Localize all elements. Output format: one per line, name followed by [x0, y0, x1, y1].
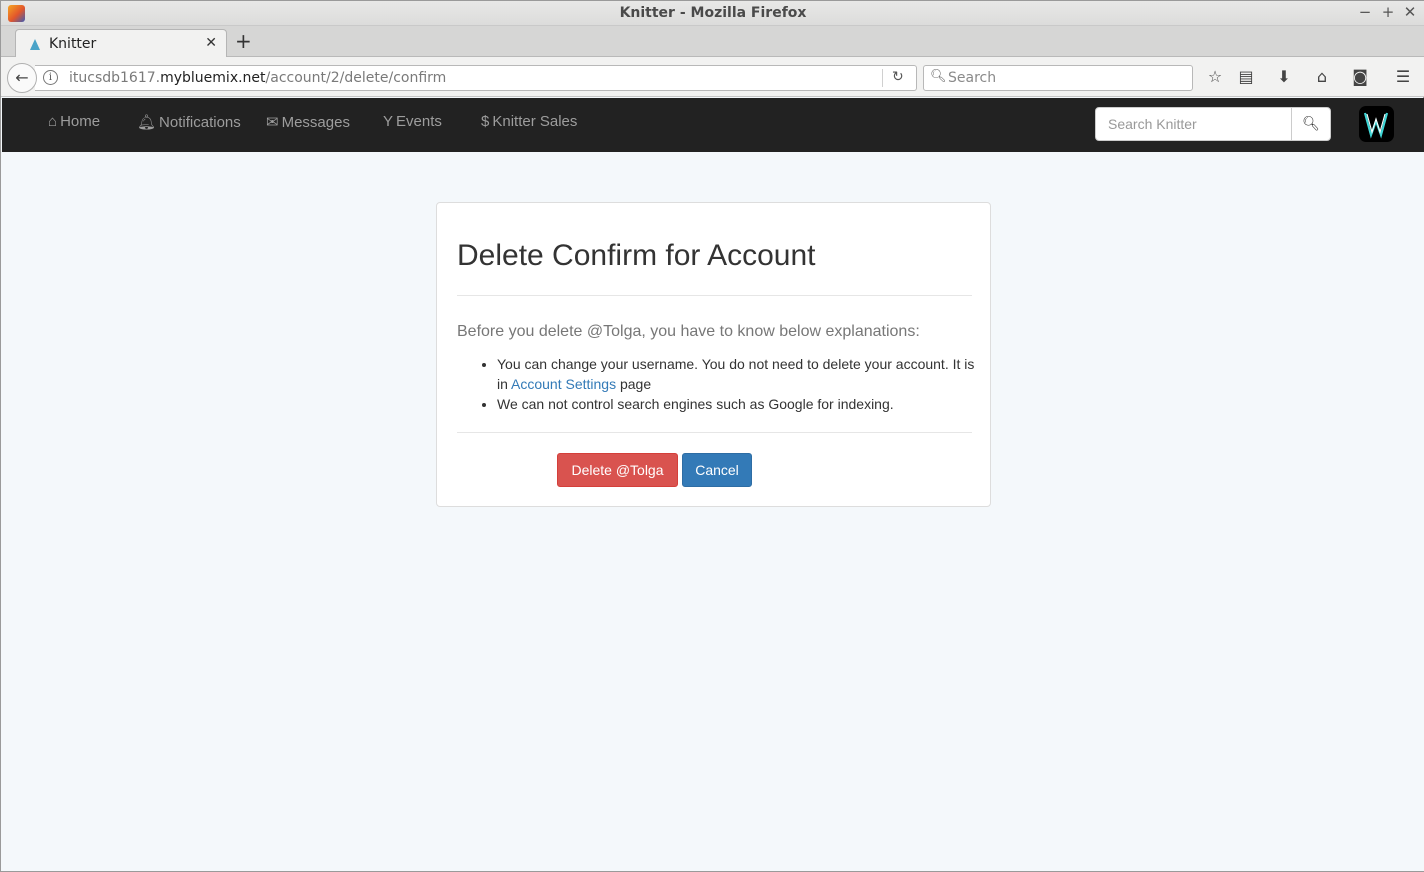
account-settings-link[interactable]: Account Settings — [511, 376, 616, 392]
nav-messages[interactable]: ✉ Messages — [266, 113, 350, 131]
home-toolbar-icon[interactable]: ⌂ — [1311, 66, 1333, 88]
nav-notifications[interactable]: 🔔︎ Notifications — [137, 113, 241, 131]
page-title: Delete Confirm for Account — [457, 239, 816, 272]
divider — [457, 432, 972, 433]
bell-icon: 🔔︎ — [137, 114, 157, 131]
list-item: You can change your username. You do not… — [497, 354, 977, 394]
url-prefix: itucsdb1617. — [69, 70, 161, 86]
new-tab-icon[interactable]: + — [235, 31, 252, 51]
reading-list-icon[interactable]: ▤ — [1235, 66, 1257, 88]
delete-confirm-panel: Delete Confirm for Account Before you de… — [436, 202, 991, 507]
nav-home[interactable]: ⌂ Home — [48, 113, 100, 130]
pocket-icon[interactable]: ◙ — [1349, 66, 1371, 88]
nav-knitter-sales-label: Knitter Sales — [492, 113, 578, 130]
site-search-button[interactable]: 🔍︎ — [1291, 107, 1331, 141]
lead-text: Before you delete @Tolga, you have to kn… — [457, 323, 920, 340]
back-button[interactable]: ← — [7, 63, 37, 93]
cancel-button[interactable]: Cancel — [682, 453, 752, 487]
back-arrow-icon: ← — [15, 68, 29, 87]
browser-window: Knitter - Mozilla Firefox − + ✕ Knitter … — [0, 0, 1424, 872]
url-host: mybluemix.net — [160, 70, 266, 86]
maximize-icon[interactable]: + — [1379, 3, 1397, 21]
download-icon[interactable]: ⬇ — [1273, 66, 1295, 88]
knitter-favicon-icon — [30, 39, 40, 50]
nav-home-label: Home — [60, 113, 101, 130]
url-path: /account/2/delete/confirm — [265, 70, 447, 86]
window-title: Knitter - Mozilla Firefox — [619, 5, 807, 21]
divider — [457, 295, 972, 296]
url-text: itucsdb1617.mybluemix.net/account/2/dele… — [69, 70, 446, 86]
bookmark-star-icon[interactable]: ☆ — [1204, 66, 1226, 88]
delete-account-button[interactable]: Delete @Tolga — [557, 453, 678, 487]
page-content: ⌂ Home 🔔︎ Notifications ✉ Messages Y Events … — [2, 98, 1424, 871]
site-search-input[interactable]: Search Knitter — [1095, 107, 1292, 141]
nav-messages-label: Messages — [281, 114, 350, 131]
list-item: We can not control search engines such a… — [497, 394, 977, 414]
dollar-icon: $ — [481, 113, 490, 130]
browser-search-placeholder: Search — [948, 70, 997, 86]
url-separator — [882, 69, 883, 87]
browser-search-input[interactable]: 🔍︎ Search — [923, 65, 1193, 91]
search-icon: 🔍︎ — [1302, 116, 1320, 132]
envelope-icon: ✉ — [266, 114, 279, 131]
browser-toolbar: i itucsdb1617.mybluemix.net/account/2/de… — [1, 57, 1424, 97]
bullet1-suffix: page — [616, 376, 652, 392]
avatar[interactable] — [1359, 106, 1394, 142]
minimize-icon[interactable]: − — [1356, 3, 1374, 21]
filter-icon: Y — [383, 113, 394, 130]
avatar-logo-icon — [1363, 112, 1389, 139]
close-window-icon[interactable]: ✕ — [1401, 3, 1419, 21]
site-navbar: ⌂ Home 🔔︎ Notifications ✉ Messages Y Events … — [2, 98, 1424, 152]
tab-knitter[interactable]: Knitter ✕ — [15, 29, 227, 58]
menu-icon[interactable]: ☰ — [1392, 66, 1414, 88]
tab-close-icon[interactable]: ✕ — [205, 35, 217, 51]
nav-notifications-label: Notifications — [159, 114, 241, 131]
nav-events-label: Events — [396, 113, 442, 130]
nav-knitter-sales[interactable]: $ Knitter Sales — [481, 113, 577, 130]
tab-title: Knitter — [49, 36, 97, 52]
tab-strip: Knitter ✕ — [1, 26, 1424, 58]
reload-icon[interactable]: ↻ — [892, 69, 904, 85]
search-icon: 🔍︎ — [930, 69, 947, 84]
info-icon[interactable]: i — [43, 70, 58, 85]
title-bar: Knitter - Mozilla Firefox − + ✕ — [1, 1, 1424, 26]
url-bar[interactable]: i itucsdb1617.mybluemix.net/account/2/de… — [35, 65, 917, 91]
explanation-list: You can change your username. You do not… — [497, 354, 977, 414]
site-search-placeholder: Search Knitter — [1108, 116, 1197, 132]
home-icon: ⌂ — [48, 113, 58, 130]
nav-events[interactable]: Y Events — [383, 113, 442, 130]
